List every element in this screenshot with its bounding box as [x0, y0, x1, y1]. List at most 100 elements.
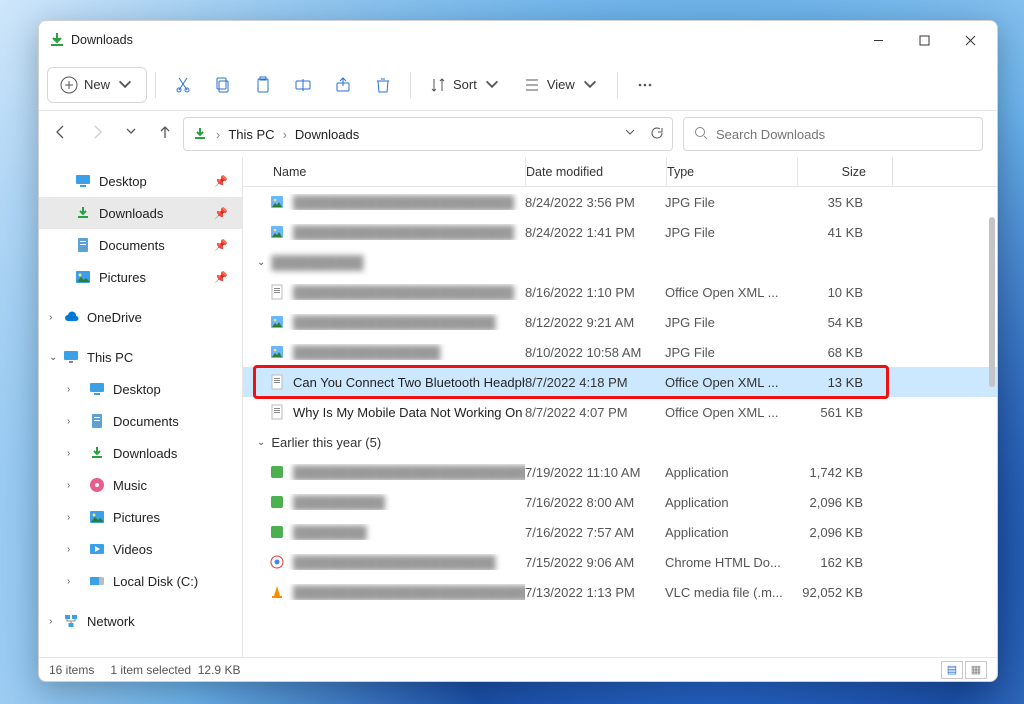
chevron-right-icon: ›: [67, 416, 70, 427]
app-icon: [269, 464, 285, 480]
separator: [410, 72, 411, 98]
col-type[interactable]: Type: [667, 165, 797, 179]
file-name: ████████████████████████████: [293, 465, 525, 480]
file-row[interactable]: Why Is My Mobile Data Not Working On ...…: [243, 397, 997, 427]
view-button[interactable]: View: [513, 67, 609, 103]
file-size: 54 KB: [795, 315, 889, 330]
search-box[interactable]: [683, 117, 983, 151]
file-type: Office Open XML ...: [665, 405, 795, 420]
sidebar-item-label: Downloads: [113, 446, 177, 461]
sidebar: Desktop 📌 Downloads 📌 Documents 📌 Pictur…: [39, 157, 243, 657]
html-icon: [269, 554, 285, 570]
file-row[interactable]: ██████████████████████ 7/15/2022 9:06 AM…: [243, 547, 997, 577]
file-row[interactable]: ██████████ 7/16/2022 8:00 AM Application…: [243, 487, 997, 517]
sidebar-item-downloads[interactable]: ›Downloads: [39, 437, 242, 469]
col-size[interactable]: Size: [798, 165, 892, 179]
file-date: 7/19/2022 11:10 AM: [525, 465, 665, 480]
sidebar-item-pictures[interactable]: Pictures 📌: [39, 261, 242, 293]
forward-button[interactable]: [89, 124, 105, 145]
jpg-icon: [269, 224, 285, 240]
more-button[interactable]: [626, 67, 664, 103]
sidebar-item-desktop[interactable]: ›Desktop: [39, 373, 242, 405]
file-row[interactable]: ████████████████████████████████ 7/13/20…: [243, 577, 997, 607]
sidebar-item-label: This PC: [87, 350, 133, 365]
sidebar-item-localdiskc[interactable]: ›Local Disk (C:): [39, 565, 242, 597]
details-view-toggle[interactable]: ▤: [941, 661, 963, 679]
docx-icon: [269, 284, 285, 300]
file-date: 8/16/2022 1:10 PM: [525, 285, 665, 300]
file-row[interactable]: ████████ 7/16/2022 7:57 AM Application 2…: [243, 517, 997, 547]
sidebar-item-music[interactable]: ›Music: [39, 469, 242, 501]
recent-button[interactable]: [125, 124, 137, 145]
file-name: ██████████: [293, 495, 385, 510]
file-row[interactable]: ██████████████████████ 8/12/2022 9:21 AM…: [243, 307, 997, 337]
sidebar-item-documents[interactable]: ›Documents: [39, 405, 242, 437]
file-type: JPG File: [665, 315, 795, 330]
crumb-dropdown[interactable]: [624, 126, 636, 143]
chevron-down-icon: [483, 76, 501, 94]
chevron-right-icon: ›: [67, 480, 70, 491]
file-name: ██████████████████████: [293, 555, 496, 570]
file-row[interactable]: ████████████████████████ 8/16/2022 1:10 …: [243, 277, 997, 307]
file-group-header[interactable]: ⌄Earlier this year (5): [243, 427, 997, 457]
col-date[interactable]: Date modified: [526, 165, 666, 179]
sidebar-item-label: Network: [87, 614, 135, 629]
file-row[interactable]: ████████████████ 8/10/2022 10:58 AM JPG …: [243, 337, 997, 367]
up-button[interactable]: [157, 124, 173, 145]
file-size: 2,096 KB: [795, 525, 889, 540]
breadcrumb[interactable]: › This PC › Downloads: [183, 117, 673, 151]
cloud-icon: [63, 309, 79, 325]
minimize-button[interactable]: [855, 21, 901, 59]
sidebar-item-onedrive[interactable]: ›OneDrive: [39, 301, 242, 333]
file-row[interactable]: ████████████████████████████ 7/19/2022 1…: [243, 457, 997, 487]
window-controls: [855, 21, 993, 59]
back-button[interactable]: [53, 124, 69, 145]
sidebar-item-documents[interactable]: Documents 📌: [39, 229, 242, 261]
crumb-thispc[interactable]: This PC: [228, 127, 274, 142]
maximize-button[interactable]: [901, 21, 947, 59]
file-type: VLC media file (.m...: [665, 585, 795, 600]
file-row[interactable]: Can You Connect Two Bluetooth Headph... …: [243, 367, 997, 397]
file-size: 92,052 KB: [795, 585, 889, 600]
file-row[interactable]: ████████████████████████ 8/24/2022 1:41 …: [243, 217, 997, 247]
file-date: 8/10/2022 10:58 AM: [525, 345, 665, 360]
download-icon: [89, 445, 105, 461]
vlc-icon: [269, 584, 285, 600]
sidebar-item-videos[interactable]: ›Videos: [39, 533, 242, 565]
new-button[interactable]: New: [47, 67, 147, 103]
paste-button[interactable]: [244, 67, 282, 103]
jpg-icon: [269, 194, 285, 210]
icons-view-toggle[interactable]: ▦: [965, 661, 987, 679]
file-date: 7/16/2022 8:00 AM: [525, 495, 665, 510]
scrollbar-thumb[interactable]: [989, 217, 995, 387]
search-input[interactable]: [716, 127, 972, 142]
delete-button[interactable]: [364, 67, 402, 103]
refresh-button[interactable]: [650, 126, 664, 143]
doc-icon: [75, 237, 91, 253]
monitor-icon: [63, 349, 79, 365]
sidebar-item-thispc[interactable]: ⌄This PC: [39, 341, 242, 373]
sidebar-item-label: Pictures: [113, 510, 160, 525]
sidebar-item-label: Local Disk (C:): [113, 574, 198, 589]
sidebar-item-network[interactable]: ›Network: [39, 605, 242, 637]
sidebar-item-label: Videos: [113, 542, 153, 557]
group-label: Earlier this year (5): [271, 435, 381, 450]
rename-button[interactable]: [284, 67, 322, 103]
music-icon: [89, 477, 105, 493]
close-button[interactable]: [947, 21, 993, 59]
copy-button[interactable]: [204, 67, 242, 103]
sort-button[interactable]: Sort: [419, 67, 511, 103]
sidebar-item-downloads[interactable]: Downloads 📌: [39, 197, 242, 229]
jpg-icon: [269, 314, 285, 330]
file-type: JPG File: [665, 225, 795, 240]
sidebar-item-pictures[interactable]: ›Pictures: [39, 501, 242, 533]
file-group-header[interactable]: ⌄██████████: [243, 247, 997, 277]
sidebar-item-desktop[interactable]: Desktop 📌: [39, 165, 242, 197]
col-name[interactable]: Name: [257, 165, 525, 179]
body: Desktop 📌 Downloads 📌 Documents 📌 Pictur…: [39, 157, 997, 657]
crumb-folder[interactable]: Downloads: [295, 127, 359, 142]
title-text: Downloads: [71, 33, 133, 47]
file-row[interactable]: ████████████████████████ 8/24/2022 3:56 …: [243, 187, 997, 217]
cut-button[interactable]: [164, 67, 202, 103]
share-button[interactable]: [324, 67, 362, 103]
